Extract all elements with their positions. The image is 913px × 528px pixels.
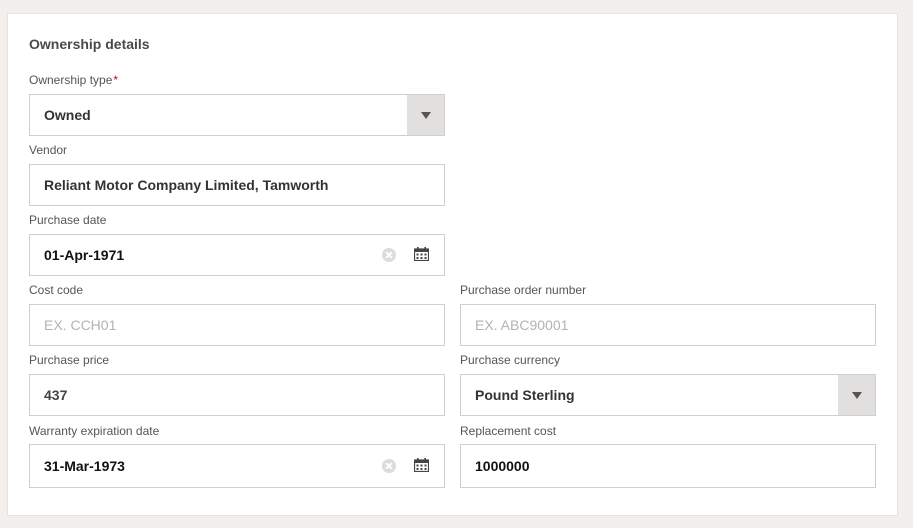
purchase-currency-dropdown-button[interactable]	[838, 375, 875, 415]
vendor-label: Vendor	[29, 143, 68, 157]
purchase-currency-label: Purchase currency	[460, 353, 561, 367]
calendar-icon[interactable]	[414, 458, 429, 472]
vendor-value: Reliant Motor Company Limited, Tamworth	[44, 177, 329, 193]
cost-code-field[interactable]	[29, 304, 445, 346]
clear-icon[interactable]	[382, 459, 396, 473]
section-title: Ownership details	[29, 36, 150, 52]
ownership-type-select[interactable]: Owned	[29, 94, 445, 136]
vendor-field[interactable]: Reliant Motor Company Limited, Tamworth	[29, 164, 445, 206]
required-marker: *	[113, 73, 119, 87]
purchase-price-field[interactable]: 437	[29, 374, 445, 416]
ownership-type-label-text: Ownership type	[29, 73, 113, 87]
ownership-type-value: Owned	[44, 107, 91, 123]
replacement-cost-label: Replacement cost	[460, 424, 557, 438]
chevron-down-icon	[420, 111, 431, 119]
purchase-price-value: 437	[44, 387, 68, 403]
cost-code-label: Cost code	[29, 283, 84, 297]
purchase-currency-value: Pound Sterling	[475, 387, 575, 403]
purchase-date-value: 01-Apr-1971	[44, 247, 125, 263]
warranty-expiration-date-field[interactable]: 31-Mar-1973	[29, 444, 445, 488]
purchase-price-label: Purchase price	[29, 353, 110, 367]
ownership-type-label: Ownership type*	[29, 73, 118, 87]
purchase-order-number-field[interactable]	[460, 304, 876, 346]
clear-icon[interactable]	[382, 248, 396, 262]
replacement-cost-value: 1000000	[475, 458, 530, 474]
replacement-cost-field[interactable]: 1000000	[460, 444, 876, 488]
ownership-type-dropdown-button[interactable]	[407, 95, 444, 135]
warranty-expiration-date-label: Warranty expiration date	[29, 424, 160, 438]
purchase-order-number-input[interactable]	[461, 305, 875, 345]
purchase-date-field[interactable]: 01-Apr-1971	[29, 234, 445, 276]
purchase-currency-select[interactable]: Pound Sterling	[460, 374, 876, 416]
warranty-expiration-date-value: 31-Mar-1973	[44, 458, 125, 474]
purchase-date-label: Purchase date	[29, 213, 107, 227]
calendar-icon[interactable]	[414, 247, 429, 261]
purchase-order-number-label: Purchase order number	[460, 283, 587, 297]
chevron-down-icon	[851, 391, 862, 399]
cost-code-input[interactable]	[30, 305, 444, 345]
